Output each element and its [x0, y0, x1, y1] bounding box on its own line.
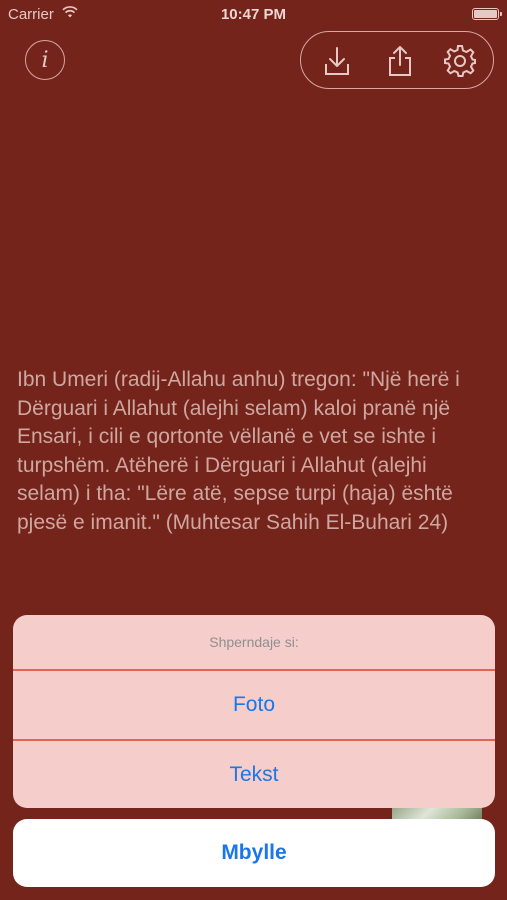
share-as-photo-button[interactable]: Foto [13, 671, 495, 739]
share-action-sheet: Shperndaje si: Foto Tekst [13, 615, 495, 808]
battery-icon [472, 8, 502, 20]
info-button[interactable]: i [25, 40, 65, 80]
download-icon [325, 47, 349, 75]
status-time: 10:47 PM [220, 6, 287, 23]
share-as-text-button[interactable]: Tekst [13, 741, 495, 809]
settings-button[interactable] [443, 44, 477, 78]
info-icon: i [41, 47, 49, 73]
share-icon [389, 46, 411, 76]
toolbar [300, 31, 494, 89]
share-button[interactable] [383, 44, 417, 78]
download-button[interactable] [320, 44, 354, 78]
action-sheet-title: Shperndaje si: [209, 634, 299, 650]
close-button[interactable]: Mbylle [13, 819, 495, 887]
gear-icon [444, 45, 476, 77]
hadith-text: Ibn Umeri (radij-Allahu anhu) tregon: "N… [17, 368, 460, 534]
status-bar: Carrier 10:47 PM [0, 0, 507, 28]
